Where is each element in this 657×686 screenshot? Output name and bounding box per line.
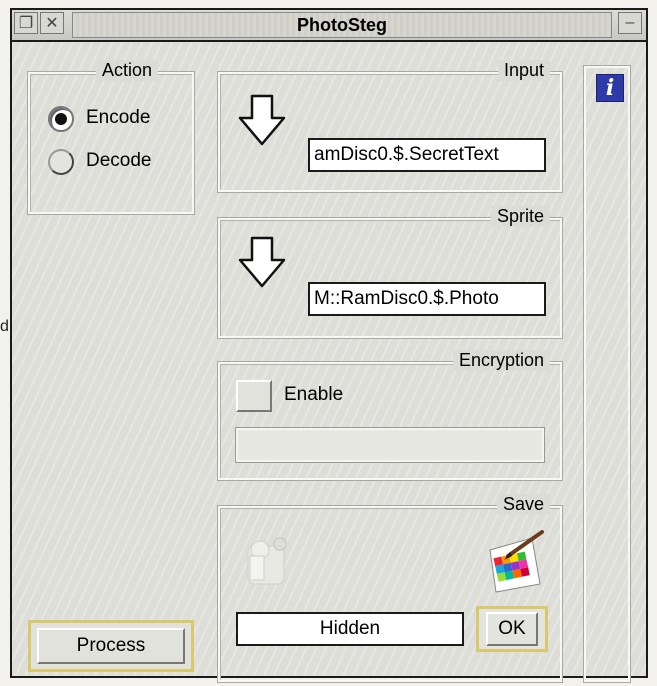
ok-button[interactable]: OK	[476, 606, 548, 652]
window-title[interactable]: PhotoSteg	[72, 12, 612, 38]
action-group: Action Encode Decode	[27, 60, 195, 215]
sprite-group-label: Sprite	[490, 206, 550, 227]
file-icon[interactable]	[242, 536, 300, 588]
process-button-label[interactable]: Process	[37, 628, 185, 664]
background-text-fragment: d	[0, 318, 9, 335]
close-icon[interactable]: ✕	[40, 12, 64, 34]
encode-label[interactable]: Encode	[86, 107, 150, 129]
photosteg-window: ❐ ✕ PhotoSteg – Action Encode Decode Inp…	[10, 8, 648, 683]
enable-checkbox[interactable]	[236, 380, 272, 412]
enable-label[interactable]: Enable	[284, 384, 343, 406]
iconise-icon[interactable]: –	[618, 12, 642, 34]
input-path-field[interactable]: amDisc0.$.SecretText	[308, 138, 546, 172]
encode-radio[interactable]	[48, 106, 74, 132]
sprite-group: Sprite M::RamDisc0.$.Photo	[217, 206, 563, 339]
drag-down-arrow-icon[interactable]	[238, 236, 286, 288]
info-panel: i	[583, 65, 631, 683]
title-bar[interactable]: ❐ ✕ PhotoSteg –	[12, 10, 646, 42]
ok-button-label[interactable]: OK	[486, 612, 538, 646]
action-group-label: Action	[96, 60, 159, 81]
info-icon[interactable]: i	[596, 74, 624, 102]
password-field[interactable]	[235, 427, 545, 463]
encryption-group-label: Encryption	[452, 350, 550, 371]
window-content: Action Encode Decode Input amDisc0.$.Sec…	[12, 42, 646, 683]
save-group: Save Hidden OK	[217, 494, 563, 683]
drag-down-arrow-icon[interactable]	[238, 94, 286, 146]
back-icon[interactable]: ❐	[14, 12, 38, 34]
save-filename-field[interactable]: Hidden	[236, 612, 464, 646]
encryption-group: Encryption Enable	[217, 350, 563, 481]
process-button[interactable]: Process	[28, 620, 194, 672]
sprite-file-icon[interactable]	[482, 530, 548, 596]
decode-label[interactable]: Decode	[86, 150, 152, 172]
decode-radio[interactable]	[48, 149, 74, 175]
input-group: Input amDisc0.$.SecretText	[217, 60, 563, 193]
input-group-label: Input	[497, 60, 550, 81]
save-group-label: Save	[496, 494, 550, 515]
sprite-path-field[interactable]: M::RamDisc0.$.Photo	[308, 282, 546, 316]
